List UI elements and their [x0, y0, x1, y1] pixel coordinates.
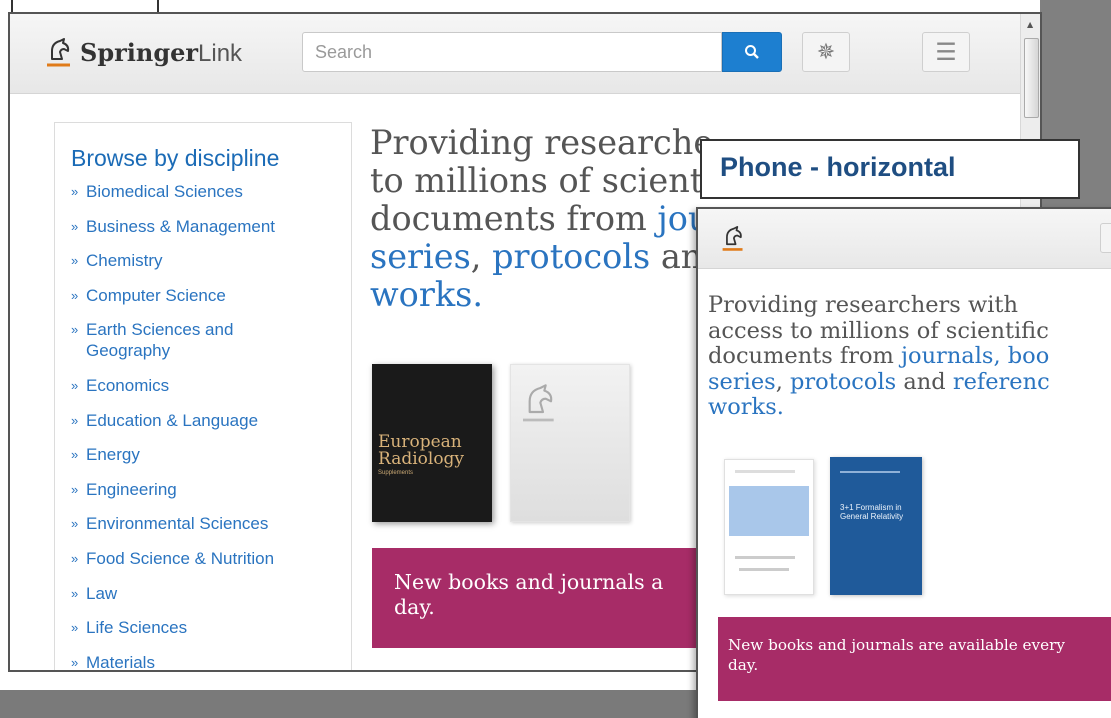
scrollbar-thumb[interactable]: [1024, 38, 1039, 118]
cover-text-line: [735, 470, 795, 473]
logo-wordmark: SpringerLink: [80, 38, 242, 68]
series-link[interactable]: series: [370, 237, 471, 276]
phone-book-cover-2[interactable]: 3+1 Formalism in General Relativity: [830, 457, 922, 595]
search-button[interactable]: [722, 32, 782, 72]
discipline-link[interactable]: Earth Sciences and Geography: [71, 319, 271, 361]
works-link[interactable]: works.: [708, 394, 784, 420]
gear-icon: ✵: [816, 39, 836, 65]
discipline-link[interactable]: Business & Management: [71, 216, 351, 237]
book-cover-placeholder[interactable]: [510, 364, 630, 522]
cover-title-line: Radiology: [378, 449, 465, 469]
logo-brand: Springer: [80, 38, 199, 67]
intro-text-fragment: and: [896, 368, 953, 395]
intro-text-fragment: documents from: [370, 199, 658, 238]
cover-title: 3+1 Formalism in General Relativity: [840, 503, 904, 521]
new-content-banner[interactable]: New books and journals a day.: [372, 548, 752, 648]
intro-line: access to millions of scientific: [708, 317, 1049, 344]
discipline-link[interactable]: Computer Science: [71, 285, 351, 306]
banner-text: New books and journals are available eve…: [728, 636, 1065, 674]
books-link[interactable]: , boo: [993, 343, 1049, 369]
series-link[interactable]: series: [708, 369, 776, 395]
intro-line: works.: [708, 394, 1111, 421]
cover-text-line: [735, 556, 795, 559]
springer-horse-icon: [523, 384, 554, 422]
phone-horizontal-window: Providing researchers with access to mil…: [696, 207, 1111, 718]
discipline-link[interactable]: Engineering: [71, 479, 351, 500]
phone-book-cover-1[interactable]: [724, 459, 814, 595]
discipline-link[interactable]: Law: [71, 583, 351, 604]
menu-button[interactable]: ☰: [922, 32, 970, 72]
banner-text: New books and journals a day.: [394, 570, 664, 619]
discipline-link[interactable]: Chemistry: [71, 250, 351, 271]
phone-intro-text: Providing researchers with access to mil…: [708, 292, 1111, 421]
cover-text-line: [739, 568, 789, 571]
discipline-link[interactable]: Food Science & Nutrition: [71, 548, 351, 569]
reference-works-link[interactable]: referenc: [953, 369, 1050, 395]
phone-header-button[interactable]: [1100, 223, 1111, 253]
cover-subtitle: Supplements: [378, 470, 414, 476]
device-caption-label: Phone - horizontal: [700, 139, 1080, 199]
intro-text-fragment: ,: [470, 237, 493, 276]
cover-title: European Radiology: [378, 434, 492, 468]
search-icon: [745, 45, 759, 59]
settings-button[interactable]: ✵: [802, 32, 850, 72]
springer-horse-icon[interactable]: [720, 225, 746, 253]
phone-new-content-banner[interactable]: New books and journals are available eve…: [718, 617, 1111, 701]
protocols-link[interactable]: protocols: [790, 369, 896, 395]
site-header: SpringerLink ✵ ☰: [10, 14, 1020, 94]
search-input[interactable]: [302, 32, 722, 72]
discipline-list: Biomedical Sciences Business & Managemen…: [71, 181, 351, 670]
springer-link-logo[interactable]: SpringerLink: [44, 36, 242, 70]
discipline-link[interactable]: Biomedical Sciences: [71, 181, 351, 202]
sidebar-title: Browse by discipline: [71, 145, 280, 171]
phone-site-header: [698, 209, 1111, 269]
discipline-link[interactable]: Materials: [71, 652, 351, 670]
intro-text-fragment: an: [650, 237, 703, 276]
intro-text-fragment: ,: [775, 368, 790, 395]
logo-suffix: Link: [198, 40, 243, 67]
hamburger-menu-icon: ☰: [935, 38, 957, 66]
discipline-sidebar: Browse by discipline Biomedical Sciences…: [54, 122, 352, 670]
discipline-link[interactable]: Energy: [71, 444, 351, 465]
discipline-link[interactable]: Education & Language: [71, 410, 351, 431]
discipline-link[interactable]: Environmental Sciences: [71, 513, 351, 534]
scroll-up-arrow-icon[interactable]: ▲: [1027, 20, 1033, 29]
discipline-link[interactable]: Economics: [71, 375, 351, 396]
reference-works-link[interactable]: works.: [370, 275, 483, 314]
intro-line: series, protocols and referenc: [708, 368, 1111, 396]
intro-text-fragment: documents from: [708, 343, 902, 369]
book-cover-european-radiology[interactable]: European Radiology Supplements: [372, 364, 492, 522]
intro-line: documents from journals, boo: [708, 343, 1111, 370]
discipline-link[interactable]: Life Sciences: [71, 617, 351, 638]
protocols-link[interactable]: protocols: [492, 237, 650, 276]
springer-horse-icon: [47, 38, 70, 67]
intro-line: Providing researchers with: [708, 292, 1018, 318]
cover-color-band: [729, 486, 809, 536]
cover-text-line: [840, 471, 900, 473]
journals-link[interactable]: journals: [901, 343, 993, 369]
